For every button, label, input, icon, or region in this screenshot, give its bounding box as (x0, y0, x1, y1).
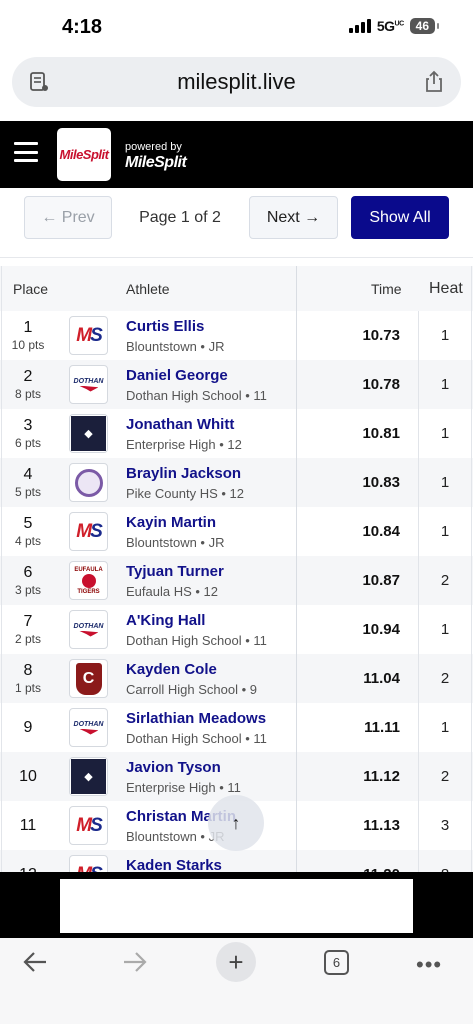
scroll-to-top-button[interactable]: ↑ (208, 795, 264, 851)
battery-icon: 46 (409, 18, 440, 34)
results-table[interactable]: Place Athlete Time Heat 1 10 pts MS Curtis … (0, 266, 473, 872)
share-icon[interactable] (423, 70, 445, 94)
status-bar: 4:18 5GUC 46 (0, 0, 473, 56)
status-icons: 5GUC 46 (348, 18, 440, 34)
status-time: 4:18 (62, 16, 103, 38)
new-tab-button[interactable]: + (216, 942, 256, 982)
next-button[interactable]: Next → (249, 196, 338, 239)
network-type: 5GUC (376, 18, 404, 34)
show-all-button[interactable]: Show All (351, 196, 449, 239)
hamburger-menu-icon[interactable] (14, 142, 38, 162)
page-indicator: Page 1 of 2 (139, 208, 221, 226)
url-text[interactable]: milesplit.live (12, 69, 461, 95)
ad-banner-area (0, 872, 473, 938)
tabs-button[interactable]: 6 (324, 950, 349, 975)
site-header: MileSplit powered by MileSplit (0, 121, 473, 188)
forward-arrow-icon[interactable] (122, 950, 148, 974)
signal-icon (348, 19, 371, 33)
back-arrow-icon[interactable] (22, 950, 48, 974)
pagination: ← Prev Page 1 of 2 Next → Show All (0, 188, 473, 258)
column-divider (296, 266, 297, 872)
prev-button[interactable]: ← Prev (24, 196, 112, 239)
divider (0, 257, 473, 258)
powered-by-brand[interactable]: MileSplit (125, 154, 187, 172)
address-bar[interactable]: milesplit.live (12, 57, 461, 107)
powered-by-label: powered by (125, 141, 182, 153)
table-frame (1, 266, 472, 872)
milesplit-logo[interactable]: MileSplit (57, 128, 111, 181)
ad-slot[interactable] (60, 879, 413, 933)
more-menu-icon[interactable]: ••• (416, 952, 442, 978)
browser-toolbar: + 6 ••• (0, 938, 473, 1024)
